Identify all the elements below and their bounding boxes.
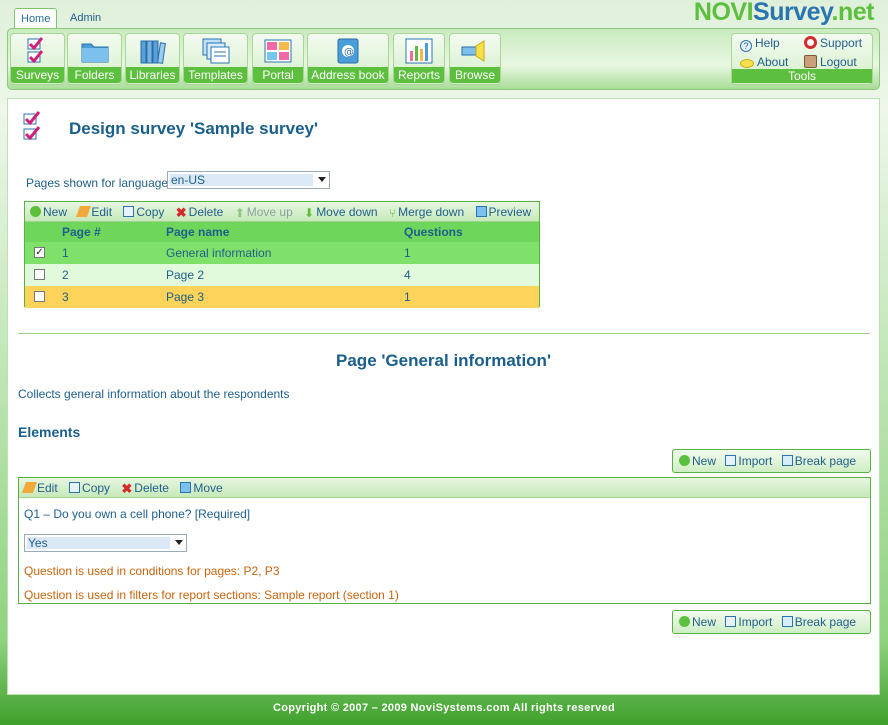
question-element-box: Edit Copy ✖ Delete Move Q1 – Do you own a… (18, 477, 871, 604)
row-checkbox[interactable] (34, 269, 45, 280)
new-element-button[interactable]: New (679, 454, 716, 468)
toolbar-reports-button[interactable]: Reports (393, 33, 445, 85)
tab-home[interactable]: Home (14, 8, 58, 30)
portal-icon (263, 37, 293, 65)
move-element-button[interactable]: Move (180, 481, 223, 495)
table-row[interactable]: 3 Page 3 1 (25, 286, 539, 308)
question-text: Q1 – Do you own a cell phone? [Required] (24, 507, 251, 521)
libraries-icon (138, 37, 168, 65)
help-icon: ? (740, 40, 752, 52)
row-checkbox[interactable] (34, 291, 45, 302)
pages-actions-bar: New Edit Copy ✖ Delete ⬆ Move up ⬇ Move dow… (25, 202, 539, 222)
language-select[interactable]: en-US (167, 171, 330, 189)
browse-icon (460, 37, 490, 65)
tab-admin[interactable]: Admin (64, 8, 107, 30)
delete-element-button[interactable]: ✖ Delete (121, 481, 169, 495)
toolbar-portal-button[interactable]: Portal (252, 33, 304, 85)
pencil-icon (21, 482, 38, 493)
import-icon (725, 616, 737, 627)
templates-icon (201, 37, 231, 65)
toolbar-folders-button[interactable]: Folders (67, 33, 122, 85)
break-page-icon (781, 616, 793, 627)
copy-page-button[interactable]: Copy (123, 205, 164, 219)
filters-note: Question is used in filters for report s… (24, 588, 399, 602)
surveys-icon (23, 37, 53, 65)
edit-page-button[interactable]: Edit (76, 205, 112, 219)
toolbar-libraries-button[interactable]: Libraries (125, 33, 180, 85)
merge-down-button[interactable]: ⑂ Merge down (388, 205, 464, 220)
break-page-button[interactable]: Break page (781, 454, 856, 468)
delete-x-icon: ✖ (175, 205, 187, 220)
toolbar-browse-button[interactable]: Browse (449, 33, 501, 85)
import-icon (725, 455, 737, 466)
merge-icon: ⑂ (388, 206, 397, 220)
delete-x-icon: ✖ (121, 481, 133, 496)
help-link[interactable]: ? Help (740, 36, 780, 52)
table-row[interactable]: ✓ 1 General information 1 (25, 242, 539, 264)
logout-door-icon (804, 55, 817, 68)
move-down-button[interactable]: ⬇ Move down (304, 205, 377, 220)
page-section-title: Page 'General information' (336, 351, 551, 370)
toolbar-surveys-button[interactable]: Surveys (10, 33, 65, 85)
reports-icon (404, 37, 434, 65)
divider (18, 333, 870, 334)
element-buttons-top: New Import Break page (672, 449, 871, 473)
delete-page-button[interactable]: ✖ Delete (176, 205, 224, 219)
address-book-icon: @ (333, 37, 363, 65)
arrow-up-icon: ⬆ (234, 206, 245, 220)
toolbar-address-book-button[interactable]: @ Address book (307, 33, 389, 85)
svg-text:@: @ (344, 47, 354, 58)
elements-heading: Elements (18, 424, 81, 440)
pages-table: New Edit Copy ✖ Delete ⬆ Move up ⬇ Move dow… (24, 201, 540, 308)
row-checkbox[interactable]: ✓ (34, 247, 45, 258)
break-page-button[interactable]: Break page (781, 615, 856, 629)
about-icon (740, 59, 754, 68)
logout-link[interactable]: Logout (804, 55, 857, 69)
preview-monitor-icon (475, 206, 487, 217)
new-element-button[interactable]: New (679, 615, 716, 629)
page-title: Design survey 'Sample survey' (69, 119, 319, 138)
main-panel: Design survey 'Sample survey' Pages show… (7, 98, 880, 695)
table-row[interactable]: 2 Page 2 4 (25, 264, 539, 286)
move-up-button[interactable]: ⬆ Move up (234, 205, 293, 220)
preview-button[interactable]: Preview (475, 205, 531, 219)
tools-label: Tools (732, 69, 872, 83)
break-page-icon (781, 455, 793, 466)
plus-icon (30, 206, 41, 217)
element-buttons-bottom: New Import Break page (672, 610, 871, 634)
page-description: Collects general information about the r… (18, 387, 290, 401)
copy-icon (69, 482, 81, 493)
import-element-button[interactable]: Import (725, 615, 772, 629)
arrow-down-icon: ⬇ (304, 206, 315, 220)
survey-design-icon (21, 111, 49, 143)
conditions-note: Question is used in conditions for pages… (24, 564, 280, 578)
pencil-icon (76, 206, 92, 217)
novisurvey-logo: NOVISurvey.net (693, 0, 875, 26)
element-actions-bar: Edit Copy ✖ Delete Move (19, 478, 870, 498)
footer-copyright: Copyright © 2007 – 2009 NoviSystems.com … (272, 702, 616, 714)
chevron-down-icon (318, 177, 326, 182)
support-lifebuoy-icon (804, 36, 817, 49)
import-element-button[interactable]: Import (725, 454, 772, 468)
copy-icon (123, 206, 135, 217)
pages-table-header: Page # Page name Questions (25, 222, 539, 242)
copy-element-button[interactable]: Copy (69, 481, 110, 495)
main-toolbar: Surveys Folders Libraries Templates Port… (7, 28, 880, 90)
toolbar-templates-button[interactable]: Templates (183, 33, 248, 85)
support-link[interactable]: Support (804, 36, 862, 50)
new-page-button[interactable]: New (30, 205, 67, 219)
plus-icon (679, 455, 690, 466)
answer-select[interactable]: Yes (24, 534, 187, 552)
move-icon (180, 482, 192, 493)
folders-icon (80, 37, 110, 65)
tools-panel: ? Help Support About Logout Tools (731, 33, 873, 85)
about-link[interactable]: About (740, 55, 788, 69)
edit-element-button[interactable]: Edit (21, 481, 58, 495)
chevron-down-icon (175, 540, 183, 545)
plus-icon (679, 616, 690, 627)
language-label: Pages shown for language (26, 176, 169, 190)
